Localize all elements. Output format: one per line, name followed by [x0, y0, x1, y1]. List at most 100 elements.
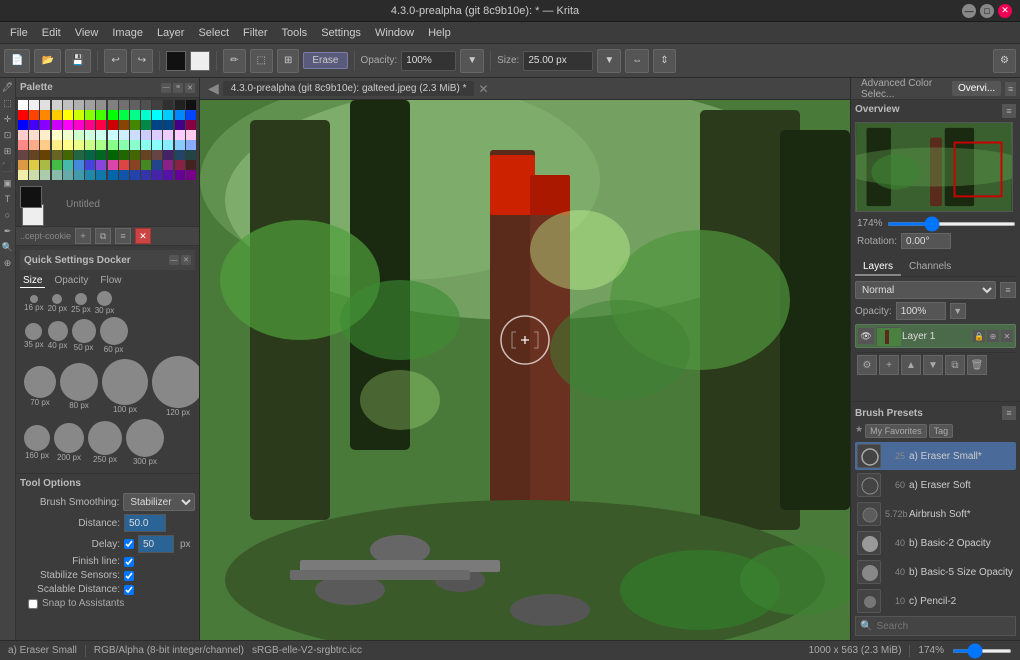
color-cell-61[interactable] — [163, 130, 173, 140]
opacity-input[interactable] — [401, 51, 456, 71]
navigate-back-icon[interactable]: ◀ — [208, 80, 219, 97]
color-cell-100[interactable] — [63, 160, 73, 170]
menu-tools[interactable]: Tools — [276, 25, 314, 41]
brush-circle-70[interactable] — [24, 366, 56, 398]
transform-button[interactable]: ⊞ — [277, 49, 299, 73]
tool-shapes[interactable]: ○ — [1, 208, 15, 222]
foreground-color[interactable] — [20, 186, 42, 208]
brush-preset-basic5[interactable]: 40 b) Basic-5 Size Opacity — [855, 558, 1016, 586]
color-cell-96[interactable] — [18, 160, 28, 170]
color-cell-116[interactable] — [63, 170, 73, 180]
quick-settings-options-button[interactable]: ✕ — [181, 255, 191, 265]
layer-ctrl-1-button[interactable]: 🔒 — [973, 330, 985, 342]
color-cell-56[interactable] — [108, 130, 118, 140]
color-cell-125[interactable] — [163, 170, 173, 180]
color-cell-101[interactable] — [74, 160, 84, 170]
color-cell-22[interactable] — [85, 110, 95, 120]
open-button[interactable]: 📂 — [34, 49, 60, 73]
color-cell-31[interactable] — [186, 110, 196, 120]
color-cell-59[interactable] — [141, 130, 151, 140]
color-cell-1[interactable] — [29, 100, 39, 110]
color-cell-21[interactable] — [74, 110, 84, 120]
new-button[interactable]: 📄 — [4, 49, 30, 73]
layer-opacity-down-button[interactable]: ▼ — [950, 303, 966, 319]
color-cell-13[interactable] — [163, 100, 173, 110]
menu-select[interactable]: Select — [192, 25, 235, 41]
canvas-tab-close-icon[interactable]: ✕ — [478, 82, 488, 96]
color-cell-95[interactable] — [186, 150, 196, 160]
quick-tab-size[interactable]: Size — [20, 274, 45, 288]
color-cell-91[interactable] — [141, 150, 151, 160]
close-button[interactable]: ✕ — [998, 4, 1012, 18]
color-cell-108[interactable] — [152, 160, 162, 170]
color-cell-45[interactable] — [163, 120, 173, 130]
color-cell-55[interactable] — [96, 130, 106, 140]
color-cell-102[interactable] — [85, 160, 95, 170]
brush-preset-pencil2[interactable]: 10 c) Pencil-2 — [855, 587, 1016, 615]
brush-search-input[interactable] — [876, 621, 1011, 632]
canvas-viewport[interactable] — [200, 100, 850, 640]
color-cell-126[interactable] — [175, 170, 185, 180]
color-cell-66[interactable] — [40, 140, 50, 150]
color-cell-86[interactable] — [85, 150, 95, 160]
brush-preset-airbrush[interactable]: 5.72b Airbrush Soft* — [855, 500, 1016, 528]
brush-circle-20[interactable] — [52, 294, 62, 304]
color-cell-6[interactable] — [85, 100, 95, 110]
color-cell-69[interactable] — [74, 140, 84, 150]
color-cell-12[interactable] — [152, 100, 162, 110]
color-cell-72[interactable] — [108, 140, 118, 150]
layer-item[interactable]: 👁 Layer 1 🔒 ⊕ ✕ — [855, 324, 1016, 348]
brush-circle-160[interactable] — [24, 425, 50, 451]
save-button[interactable]: 💾 — [65, 49, 91, 73]
color-cell-127[interactable] — [186, 170, 196, 180]
color-cell-124[interactable] — [152, 170, 162, 180]
color-cell-105[interactable] — [119, 160, 129, 170]
color-cell-122[interactable] — [130, 170, 140, 180]
color-cell-28[interactable] — [152, 110, 162, 120]
menu-edit[interactable]: Edit — [36, 25, 67, 41]
layers-tab-channels[interactable]: Channels — [901, 259, 959, 276]
quick-tab-opacity[interactable]: Opacity — [51, 274, 91, 288]
brush-preset-eraser-soft[interactable]: 60 a) Eraser Soft — [855, 471, 1016, 499]
color-cell-89[interactable] — [119, 150, 129, 160]
menu-file[interactable]: File — [4, 25, 34, 41]
color-cell-112[interactable] — [18, 170, 28, 180]
right-tab-overview[interactable]: Overvi... — [952, 81, 1001, 96]
color-cell-88[interactable] — [108, 150, 118, 160]
color-cell-25[interactable] — [119, 110, 129, 120]
stabilize-sensors-checkbox[interactable] — [124, 571, 134, 581]
flip-h-button[interactable]: ⇔ — [625, 49, 649, 73]
canvas-tab-item[interactable]: 4.3.0-prealpha (git 8c9b10e): galteed.jp… — [223, 81, 475, 96]
tool-paint[interactable]: 🖊 — [1, 80, 15, 94]
color-cell-110[interactable] — [175, 160, 185, 170]
brush-circle-50[interactable] — [72, 319, 96, 343]
color-cell-30[interactable] — [175, 110, 185, 120]
color-cell-113[interactable] — [29, 170, 39, 180]
layer-opacity-input[interactable] — [896, 302, 946, 320]
color-cell-73[interactable] — [119, 140, 129, 150]
color-cell-87[interactable] — [96, 150, 106, 160]
layer-add-new-button[interactable]: + — [879, 355, 899, 375]
color-cell-9[interactable] — [119, 100, 129, 110]
brush-circle-100[interactable] — [102, 359, 148, 405]
opacity-down-button[interactable]: ▼ — [460, 49, 484, 73]
brush-preset-eraser-small[interactable]: 25 a) Eraser Small* — [855, 442, 1016, 470]
quick-tab-flow[interactable]: Flow — [97, 274, 124, 288]
color-cell-3[interactable] — [52, 100, 62, 110]
finish-line-checkbox[interactable] — [124, 557, 134, 567]
brush-circle-30[interactable] — [97, 291, 112, 306]
tool-path[interactable]: ✒ — [1, 224, 15, 238]
layers-filter-button[interactable]: ≡ — [1000, 282, 1016, 298]
color-cell-85[interactable] — [74, 150, 84, 160]
overview-thumbnail[interactable] — [855, 122, 1013, 212]
color-cell-81[interactable] — [29, 150, 39, 160]
color-cell-27[interactable] — [141, 110, 151, 120]
color-cell-36[interactable] — [63, 120, 73, 130]
distance-input[interactable] — [124, 514, 166, 532]
color-cell-52[interactable] — [63, 130, 73, 140]
brush-circle-16[interactable] — [30, 295, 38, 303]
color-cell-57[interactable] — [119, 130, 129, 140]
color-cell-78[interactable] — [175, 140, 185, 150]
color-cell-33[interactable] — [29, 120, 39, 130]
color-cell-76[interactable] — [152, 140, 162, 150]
